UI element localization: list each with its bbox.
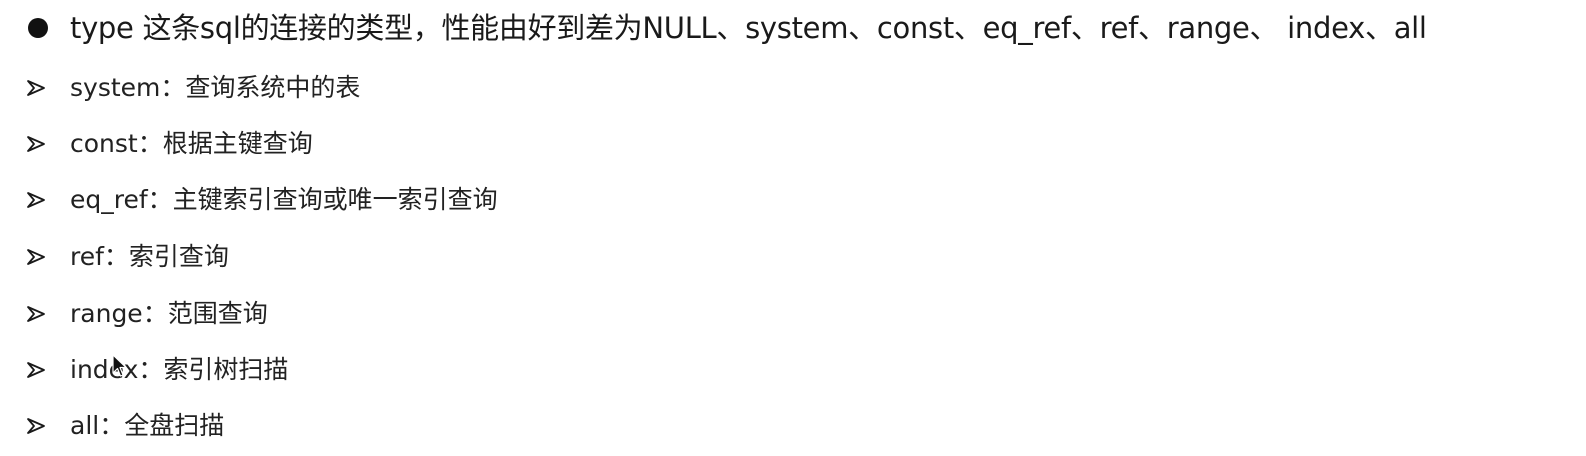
list-item-index: index：索引树扫描: [0, 350, 900, 390]
list-item-text: const：根据主键查询: [70, 129, 313, 158]
list-item-eq-ref: eq_ref：主键索引查询或唯一索引查询: [0, 180, 900, 220]
arrowhead-bullet-icon: [27, 80, 45, 96]
list-item-all: all：全盘扫描: [0, 406, 900, 446]
heading-text: type 这条sql的连接的类型，性能由好到差为NULL、system、cons…: [70, 11, 1427, 45]
list-item-text: all：全盘扫描: [70, 411, 225, 440]
mouse-pointer-icon: [112, 354, 127, 377]
list-item-system: system：查询系统中的表: [0, 68, 900, 108]
list-item-text: range：范围查询: [70, 299, 268, 328]
arrowhead-bullet-icon: [27, 192, 45, 208]
arrowhead-bullet-icon: [27, 306, 45, 322]
slide: type 这条sql的连接的类型，性能由好到差为NULL、system、cons…: [0, 0, 1586, 456]
arrowhead-bullet-icon: [27, 418, 45, 434]
heading-row: type 这条sql的连接的类型，性能由好到差为NULL、system、cons…: [0, 6, 1586, 50]
list-item-text: index：索引树扫描: [70, 355, 289, 384]
arrowhead-bullet-icon: [27, 249, 45, 265]
arrowhead-bullet-icon: [27, 136, 45, 152]
list-item-text: ref：索引查询: [70, 242, 229, 271]
arrowhead-bullet-icon: [27, 362, 45, 378]
list-item-text: system：查询系统中的表: [70, 73, 361, 102]
list-item-text: eq_ref：主键索引查询或唯一索引查询: [70, 185, 498, 214]
list-item-const: const：根据主键查询: [0, 124, 900, 164]
list-item-range: range：范围查询: [0, 294, 900, 334]
list-item-ref: ref：索引查询: [0, 237, 900, 277]
filled-circle-bullet-icon: [28, 18, 48, 38]
